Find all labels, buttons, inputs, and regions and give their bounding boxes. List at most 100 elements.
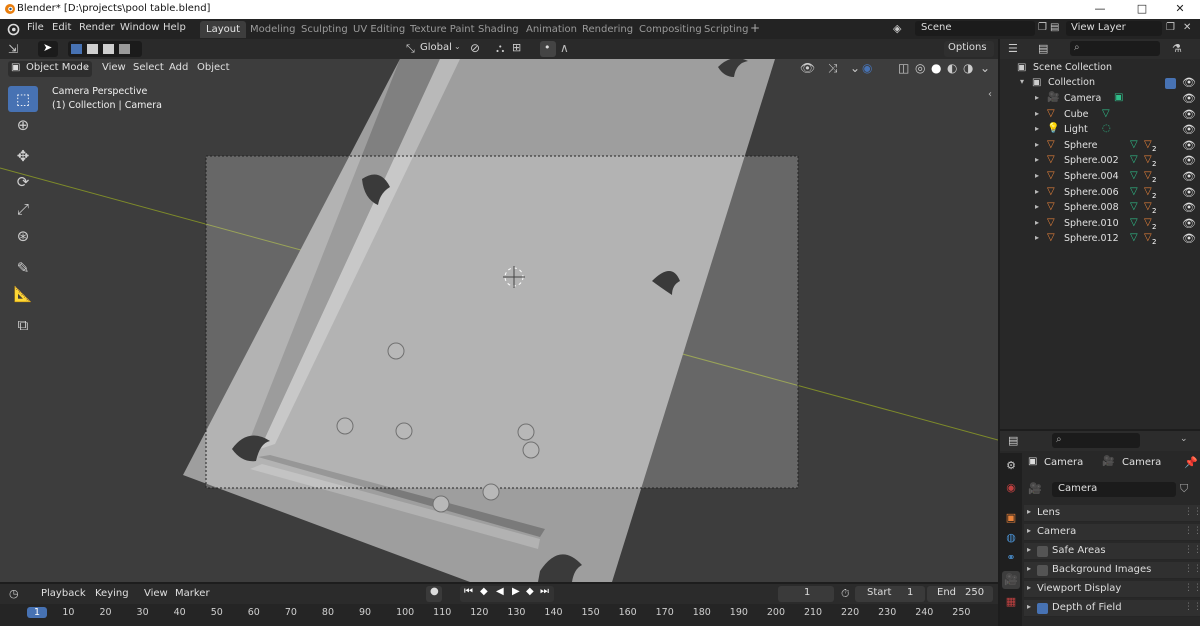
drag-handle-icon[interactable]: ⋮⋮	[1184, 602, 1200, 612]
minimize-button[interactable]: —	[1080, 0, 1120, 19]
expand-icon[interactable]: ▸	[1035, 140, 1039, 149]
rotate-tool[interactable]: ⟳	[8, 169, 38, 195]
outliner-item[interactable]: ▸ ▽ Sphere.012 ▽ ▽ 2 👁	[1000, 232, 1200, 247]
tab-rendering[interactable]: Rendering	[576, 21, 639, 38]
extend-selection-icon[interactable]	[87, 44, 98, 54]
eye-icon[interactable]: 👁	[1182, 201, 1196, 214]
outliner-collection[interactable]: ▾ ▣ Collection 👁	[1000, 76, 1200, 91]
annotate-tool[interactable]: ✎	[8, 255, 38, 281]
texture-tab-icon[interactable]: ▦	[1002, 593, 1020, 611]
view-layer-icon[interactable]: ▤	[1050, 22, 1059, 33]
material-icon[interactable]: ▽	[1144, 232, 1152, 243]
rendered-shading-icon[interactable]: ◑	[963, 61, 973, 75]
scale-tool[interactable]: ⤢	[8, 196, 38, 222]
add-workspace-button[interactable]: +	[750, 21, 760, 35]
snap-target-icon[interactable]: ⊞	[512, 41, 521, 54]
outliner-scene-collection[interactable]: ▣ Scene Collection	[1000, 61, 1200, 76]
material-shading-icon[interactable]: ◐	[947, 61, 957, 75]
property-panel[interactable]: ▸ Lens ⋮⋮	[1024, 505, 1200, 522]
eye-icon[interactable]: 👁	[1182, 108, 1196, 121]
expand-icon[interactable]: ▸	[1035, 218, 1039, 227]
expand-icon[interactable]: ▸	[1035, 109, 1039, 118]
invert-selection-icon[interactable]	[119, 44, 130, 54]
eye-icon[interactable]: 👁	[1182, 76, 1196, 89]
material-icon[interactable]: ▽	[1144, 217, 1152, 228]
menu-view[interactable]: View	[144, 588, 168, 599]
mesh-data-icon[interactable]: ▽	[1102, 108, 1110, 119]
menu-select[interactable]: Select	[133, 62, 164, 73]
drag-handle-icon[interactable]: ⋮⋮	[1184, 545, 1200, 555]
copy-icon[interactable]: ❐	[1166, 22, 1175, 33]
subtract-selection-icon[interactable]	[103, 44, 114, 54]
chevron-down-icon[interactable]: ⌄	[1180, 434, 1188, 444]
selection-mode-group[interactable]	[68, 41, 142, 57]
transform-tool[interactable]: ⊛	[8, 223, 38, 249]
object-tab-icon[interactable]: ▣	[1002, 509, 1020, 527]
play-reverse-icon[interactable]: ◀	[496, 586, 504, 597]
cursor-tool[interactable]: ⊕	[8, 112, 38, 138]
snap-icon[interactable]: ⛬	[496, 41, 504, 56]
start-frame-field[interactable]: Start 1	[855, 586, 925, 602]
menu-window[interactable]: Window	[120, 22, 159, 33]
copy-icon[interactable]: ❐	[1038, 22, 1047, 33]
menu-file[interactable]: File	[27, 22, 44, 33]
expand-icon[interactable]: ▾	[1020, 77, 1024, 86]
mesh-data-icon[interactable]: ▽	[1130, 170, 1138, 181]
mesh-data-icon[interactable]: ▽	[1130, 154, 1138, 165]
clock-icon[interactable]: ◷	[9, 587, 19, 600]
constraint-tab-icon[interactable]: ⚭	[1002, 549, 1020, 567]
light-data-icon[interactable]: ◌	[1102, 123, 1111, 134]
expand-icon[interactable]: ▸	[1035, 155, 1039, 164]
expand-icon[interactable]: ▸	[1035, 171, 1039, 180]
outliner-item[interactable]: ▸ ▽ Sphere ▽ ▽ 2 👁	[1000, 139, 1200, 154]
eye-icon[interactable]: 👁	[1182, 217, 1196, 230]
outliner-search-input[interactable]: ⌕	[1070, 41, 1160, 56]
tab-modeling[interactable]: Modeling	[244, 21, 302, 38]
outliner-item[interactable]: ▸ ▽ Sphere.010 ▽ ▽ 2 👁	[1000, 217, 1200, 232]
properties-search-input[interactable]: ⌕	[1052, 433, 1140, 448]
close-button[interactable]: ✕	[1160, 0, 1200, 19]
shield-icon[interactable]: ⛉	[1180, 482, 1188, 496]
menu-view[interactable]: View	[102, 62, 126, 73]
property-panel[interactable]: ▸ Camera ⋮⋮	[1024, 524, 1200, 541]
viewport-scene[interactable]	[0, 59, 998, 582]
expand-icon[interactable]: ▸	[1035, 233, 1039, 242]
view-layer-selector[interactable]: View Layer	[1066, 21, 1162, 36]
material-icon[interactable]: ▽	[1144, 154, 1152, 165]
mesh-data-icon[interactable]: ▽	[1130, 217, 1138, 228]
current-frame-field[interactable]: 1	[778, 586, 834, 602]
prev-keyframe-icon[interactable]: ◆	[480, 586, 488, 597]
outliner-item[interactable]: ▸ ▽ Sphere.002 ▽ ▽ 2 👁	[1000, 154, 1200, 169]
property-panel[interactable]: ▸ Safe Areas ⋮⋮	[1024, 543, 1200, 560]
pivot-point-icon[interactable]: ⊘	[470, 41, 480, 55]
expand-icon[interactable]: ▸	[1035, 202, 1039, 211]
tab-compositing[interactable]: Compositing	[633, 21, 708, 38]
eye-icon[interactable]: 👁	[1182, 170, 1196, 183]
property-panel[interactable]: ▸ Viewport Display ⋮⋮	[1024, 581, 1200, 598]
expand-icon[interactable]: ▸	[1035, 187, 1039, 196]
blender-menu-icon[interactable]	[6, 22, 20, 36]
proportional-editing-button[interactable]: •	[540, 41, 556, 57]
modifier-tab-icon[interactable]: ◍	[1002, 529, 1020, 547]
close-icon[interactable]: ✕	[1183, 22, 1191, 33]
material-icon[interactable]: ▽	[1144, 201, 1152, 212]
move-tool[interactable]: ✥	[8, 143, 38, 169]
panel-checkbox[interactable]	[1037, 603, 1048, 614]
drag-handle-icon[interactable]: ⋮⋮	[1184, 507, 1200, 517]
menu-add[interactable]: Add	[169, 62, 188, 73]
outliner-item[interactable]: ▸ ▽ Sphere.008 ▽ ▽ 2 👁	[1000, 201, 1200, 216]
menu-object[interactable]: Object	[197, 62, 230, 73]
editor-type-icon[interactable]: ▤	[1008, 434, 1018, 447]
camera-data-icon[interactable]: ▣	[1114, 92, 1123, 103]
stopwatch-icon[interactable]: ⏱	[841, 587, 850, 601]
outliner-item[interactable]: ▸ ▽ Sphere.006 ▽ ▽ 2 👁	[1000, 186, 1200, 201]
sidebar-toggle-icon[interactable]: ‹	[988, 89, 992, 100]
drag-handle-icon[interactable]: ⋮⋮	[1184, 526, 1200, 536]
menu-playback[interactable]: Playback	[41, 588, 86, 599]
scene-icon[interactable]: ◈	[893, 22, 901, 35]
outliner-item[interactable]: ▸ ▽ Cube ▽ 👁	[1000, 108, 1200, 123]
tab-sculpting[interactable]: Sculpting	[295, 21, 354, 38]
mesh-data-icon[interactable]: ▽	[1130, 186, 1138, 197]
eye-icon[interactable]: 👁	[1182, 154, 1196, 167]
menu-help[interactable]: Help	[163, 22, 186, 33]
